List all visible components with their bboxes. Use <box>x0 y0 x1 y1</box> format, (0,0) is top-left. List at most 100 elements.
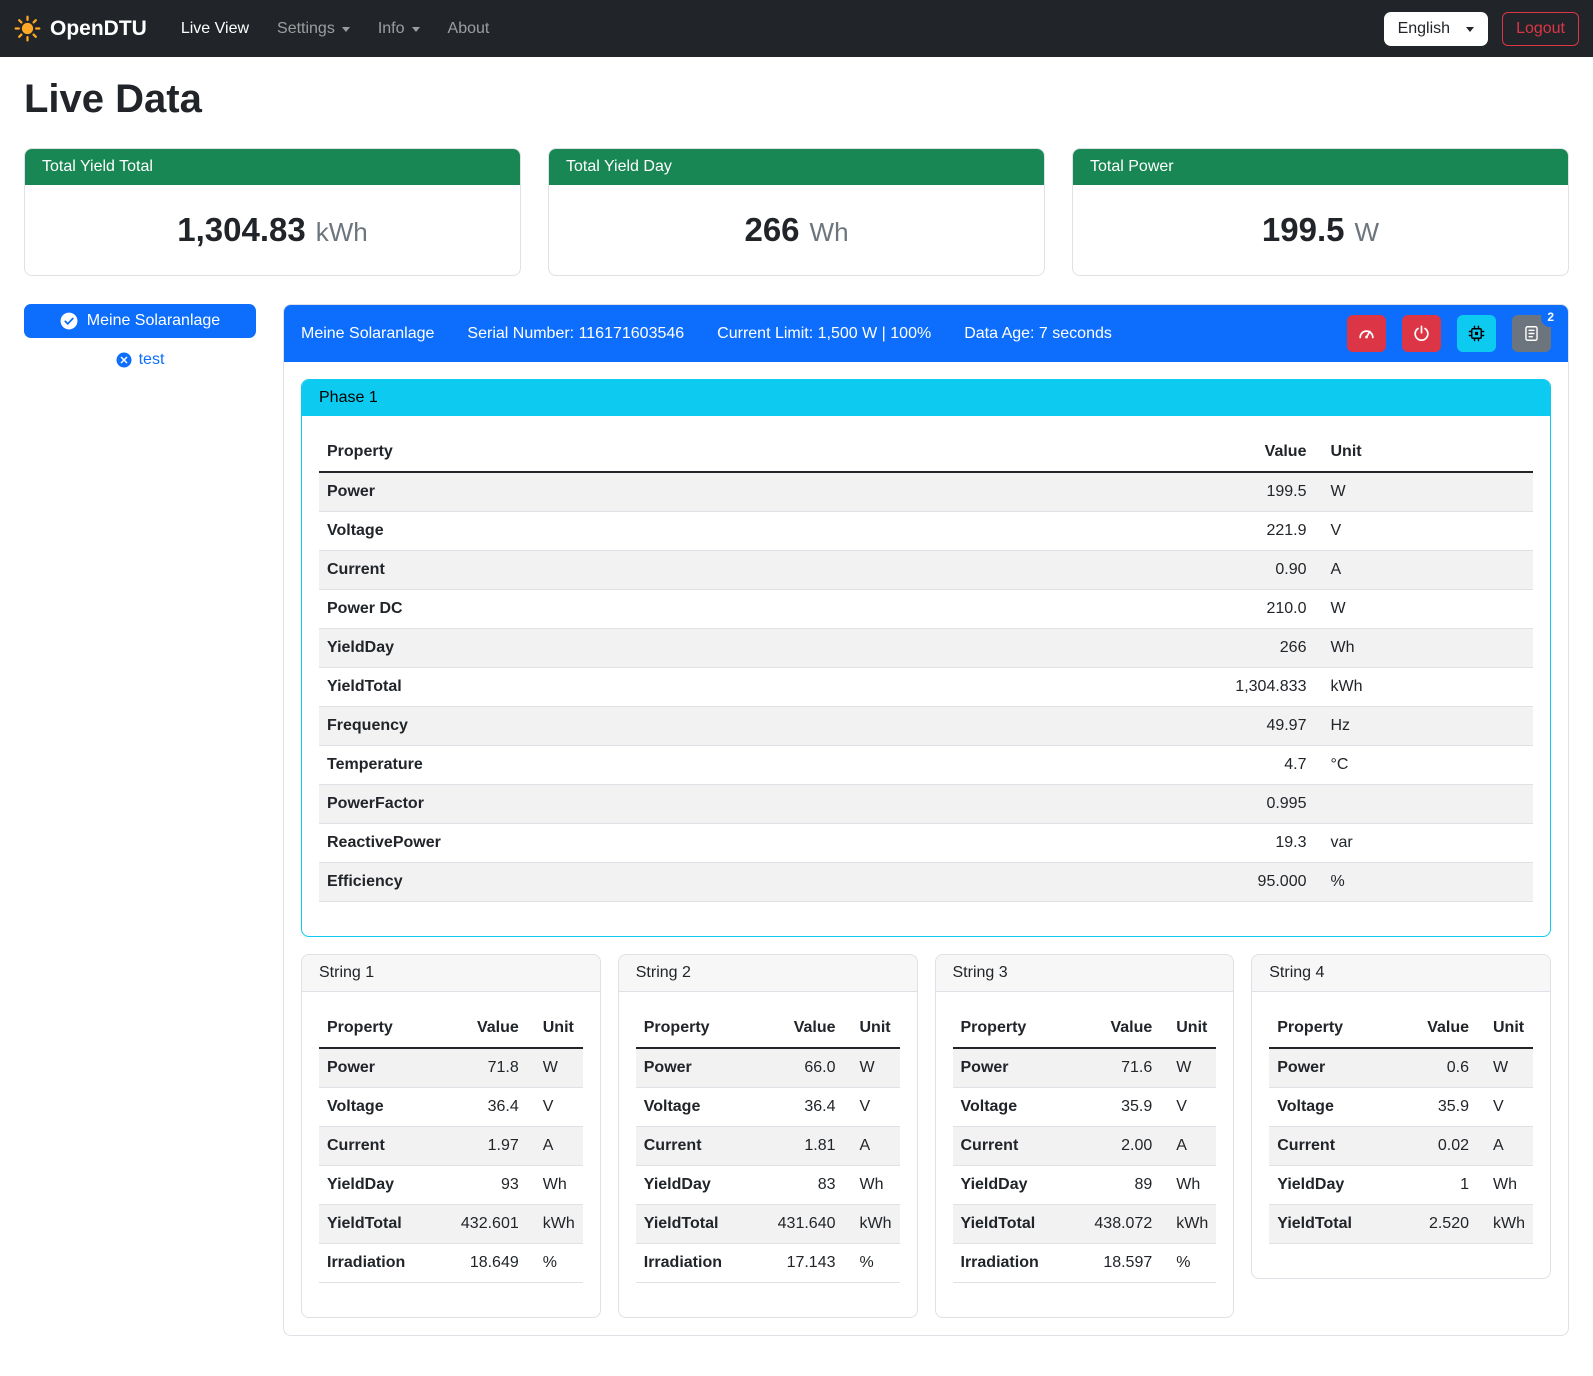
power-control-button[interactable] <box>1402 315 1441 352</box>
table-row: Current 1.97 A <box>319 1127 583 1166</box>
property-cell: YieldTotal <box>319 668 915 707</box>
property-cell: Current <box>319 1127 435 1166</box>
stat-card-total-yield-total: Total Yield Total 1,304.83 kWh <box>24 148 521 276</box>
unit-cell: V <box>1160 1088 1216 1127</box>
string-2-table: Property Value Unit Power 66.0 W Voltage… <box>636 1009 900 1283</box>
cpu-icon <box>1467 324 1486 343</box>
value-cell: 66.0 <box>752 1048 843 1088</box>
navbar-right: English Logout <box>1384 12 1579 46</box>
property-cell: Current <box>319 551 915 590</box>
table-row: YieldTotal 1,304.833 kWh <box>319 668 1533 707</box>
property-cell: Voltage <box>636 1088 752 1127</box>
value-cell: 432.601 <box>435 1205 526 1244</box>
table-row: YieldDay 266 Wh <box>319 629 1533 668</box>
limit-settings-button[interactable] <box>1347 315 1386 352</box>
inverter-name: Meine Solaranlage <box>301 325 434 343</box>
speedometer-icon <box>1357 324 1376 343</box>
stat-card-body: 1,304.83 kWh <box>25 185 520 275</box>
property-cell: Power <box>319 1048 435 1088</box>
property-cell: Power <box>1269 1048 1396 1088</box>
unit-cell: A <box>1477 1127 1533 1166</box>
inverter-card: Meine Solaranlage Serial Number: 1161716… <box>283 304 1569 1336</box>
value-cell: 95.000 <box>915 863 1315 902</box>
table-header: Property Value Unit <box>319 433 1533 472</box>
phase-1-card: Phase 1 Property Value Unit Power <box>301 379 1551 937</box>
inverter-serial: Serial Number: 116171603546 <box>467 325 684 343</box>
stat-value: 266 <box>744 211 799 249</box>
string-2-card: String 2 Property Value Unit <box>618 954 918 1318</box>
string-3-table: Property Value Unit Power 71.6 W Voltage… <box>953 1009 1217 1283</box>
property-cell: Current <box>636 1127 752 1166</box>
table-row: Irradiation 17.143 % <box>636 1244 900 1283</box>
language-value: English <box>1398 20 1450 38</box>
table-row: Frequency 49.97 Hz <box>319 707 1533 746</box>
table-header: Property Value Unit <box>953 1009 1217 1048</box>
property-cell: PowerFactor <box>319 785 915 824</box>
column-header-unit: Unit <box>1314 433 1533 472</box>
value-cell: 1.97 <box>435 1127 526 1166</box>
unit-cell: Wh <box>527 1166 583 1205</box>
table-row: YieldTotal 2.520 kWh <box>1269 1205 1533 1244</box>
x-circle-icon <box>116 352 132 368</box>
unit-cell: kWh <box>527 1205 583 1244</box>
device-info-button[interactable] <box>1457 315 1496 352</box>
event-log-button[interactable]: 2 <box>1512 315 1551 352</box>
table-header-row: Property Value Unit <box>636 1009 900 1048</box>
unit-cell: % <box>1160 1244 1216 1283</box>
property-cell: Power <box>636 1048 752 1088</box>
table-row: Voltage 35.9 V <box>953 1088 1217 1127</box>
property-cell: YieldTotal <box>1269 1205 1396 1244</box>
logout-button[interactable]: Logout <box>1502 12 1579 46</box>
value-cell: 2.520 <box>1396 1205 1477 1244</box>
column-header-unit: Unit <box>844 1009 900 1048</box>
unit-cell: W <box>1314 472 1533 512</box>
stat-value: 1,304.83 <box>177 211 305 249</box>
value-cell: 0.90 <box>915 551 1315 590</box>
value-cell: 0.995 <box>915 785 1315 824</box>
table-row: YieldDay 83 Wh <box>636 1166 900 1205</box>
table-row: Voltage 35.9 V <box>1269 1088 1533 1127</box>
nav-item-settings[interactable]: Settings <box>263 11 364 47</box>
string-4-table: Property Value Unit Power 0.6 W Voltage … <box>1269 1009 1533 1244</box>
value-cell: 83 <box>752 1166 843 1205</box>
nav-item-about[interactable]: About <box>434 11 504 47</box>
table-row: Power 71.8 W <box>319 1048 583 1088</box>
language-select[interactable]: English <box>1384 12 1488 46</box>
inverter-selected-button[interactable]: Meine Solaranlage <box>24 304 256 338</box>
column-header-property: Property <box>319 1009 435 1048</box>
inverter-action-buttons: 2 <box>1347 315 1551 352</box>
string-4-title: String 4 <box>1252 955 1550 992</box>
string-1-table: Property Value Unit Power 71.8 W Voltage… <box>319 1009 583 1283</box>
unit-cell: Wh <box>844 1166 900 1205</box>
table-header: Property Value Unit <box>636 1009 900 1048</box>
nav-live-view-label: Live View <box>181 20 249 38</box>
nav-item-info[interactable]: Info <box>364 11 434 47</box>
nav-item-live-view[interactable]: Live View <box>167 11 263 47</box>
table-row: PowerFactor 0.995 <box>319 785 1533 824</box>
stat-cards-row: Total Yield Total 1,304.83 kWh Total Yie… <box>24 148 1569 276</box>
unit-cell: Wh <box>1314 629 1533 668</box>
unit-cell <box>1314 785 1533 824</box>
string-3-title: String 3 <box>936 955 1234 992</box>
main-nav: Live View Settings Info About <box>167 11 504 47</box>
brand[interactable]: OpenDTU <box>14 15 161 42</box>
table-row: YieldTotal 432.601 kWh <box>319 1205 583 1244</box>
string-2-body: Property Value Unit Power 66.0 W Voltage… <box>619 992 917 1317</box>
unit-cell: var <box>1314 824 1533 863</box>
string-2-table-body: Power 66.0 W Voltage 36.4 V Current 1.81… <box>636 1048 900 1283</box>
unit-cell: W <box>527 1048 583 1088</box>
value-cell: 36.4 <box>752 1088 843 1127</box>
nav-info-label: Info <box>378 20 405 38</box>
inverter-item-test[interactable]: test <box>24 351 256 369</box>
table-row: Power 66.0 W <box>636 1048 900 1088</box>
inverter-data-age: Data Age: 7 seconds <box>964 325 1112 343</box>
unit-cell: Wh <box>1477 1166 1533 1205</box>
value-cell: 18.649 <box>435 1244 526 1283</box>
string-4-card: String 4 Property Value Unit <box>1251 954 1551 1279</box>
value-cell: 71.6 <box>1069 1048 1160 1088</box>
unit-cell: W <box>1314 590 1533 629</box>
property-cell: Voltage <box>319 512 915 551</box>
table-row: Irradiation 18.597 % <box>953 1244 1217 1283</box>
unit-cell: V <box>1477 1088 1533 1127</box>
nav-settings-label: Settings <box>277 20 335 38</box>
